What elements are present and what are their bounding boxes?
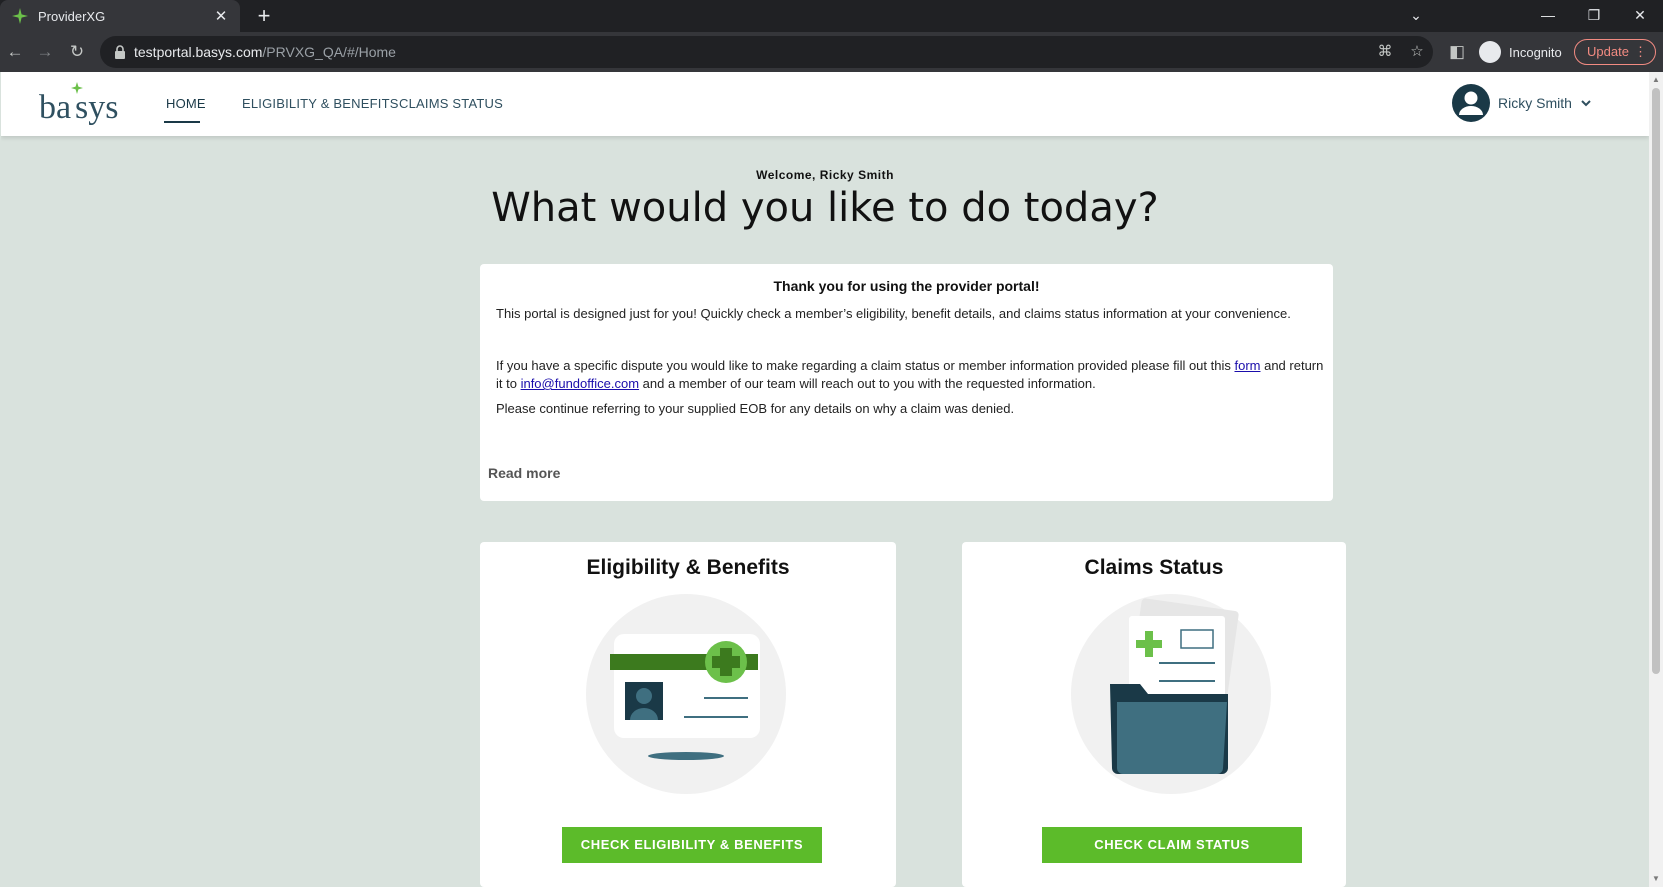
new-tab-icon[interactable]: +	[252, 4, 276, 28]
notice-title: Thank you for using the provider portal!	[773, 278, 1040, 294]
browser-tab[interactable]: ProviderXG ✕	[0, 0, 240, 32]
incognito-indicator[interactable]: Incognito	[1479, 40, 1562, 64]
basys-logo[interactable]: ba sys	[39, 80, 129, 128]
reload-icon[interactable]: ↻	[65, 40, 89, 64]
tab-search-icon[interactable]: ⌄	[1393, 0, 1439, 32]
page: ba sys HOME ELIGIBILITY & BENEFITS CLAIM…	[1, 72, 1649, 887]
claims-folder-illustration-icon	[1071, 594, 1271, 794]
notice-paragraph-2: If you have a specific dispute you would…	[496, 358, 1324, 391]
incognito-label: Incognito	[1509, 44, 1562, 60]
url-text: testportal.basys.com/PRVXG_QA/#/Home	[134, 44, 396, 60]
browser-toolbar: ← → ↻ testportal.basys.com/PRVXG_QA/#/Ho…	[0, 32, 1663, 72]
scrollbar-thumb[interactable]	[1652, 88, 1660, 674]
address-bar[interactable]: testportal.basys.com/PRVXG_QA/#/Home ⌘ ☆	[100, 36, 1433, 68]
more-menu-icon[interactable]: ⋮	[1634, 40, 1647, 64]
dispute-form-link[interactable]: form	[1234, 358, 1260, 373]
minimize-icon[interactable]: —	[1525, 0, 1571, 32]
translate-icon[interactable]: ⌘	[1375, 42, 1395, 62]
claims-card-title: Claims Status	[1084, 556, 1224, 579]
svg-text:sys: sys	[75, 89, 118, 126]
welcome-text: Welcome, Ricky Smith	[756, 168, 894, 182]
side-panel-icon[interactable]: ◧	[1445, 40, 1469, 64]
user-menu[interactable]: Ricky Smith	[1452, 82, 1592, 124]
notice-paragraph-1: This portal is designed just for you! Qu…	[496, 306, 1291, 321]
update-label: Update	[1587, 44, 1629, 59]
svg-text:ba: ba	[39, 89, 71, 126]
nav-home[interactable]: HOME	[166, 96, 206, 111]
chevron-down-icon	[1581, 100, 1591, 107]
tab-title: ProviderXG	[38, 8, 106, 24]
email-link[interactable]: info@fundoffice.com	[521, 376, 639, 391]
info-notice-card: Thank you for using the provider portal!…	[480, 264, 1333, 501]
nav-eligibility-benefits[interactable]: ELIGIBILITY & BENEFITS	[242, 96, 399, 111]
scroll-down-icon[interactable]: ▼	[1652, 874, 1660, 884]
nav-active-indicator	[164, 121, 200, 123]
notice-paragraph-3: Please continue referring to your suppli…	[496, 401, 1015, 416]
restore-icon[interactable]: ❐	[1571, 0, 1617, 32]
back-icon[interactable]: ←	[3, 40, 27, 64]
check-claim-status-button[interactable]: CHECK CLAIM STATUS	[1042, 827, 1302, 863]
user-name: Ricky Smith	[1498, 95, 1572, 111]
forward-icon[interactable]: →	[33, 40, 57, 64]
scroll-up-icon[interactable]: ▲	[1652, 75, 1660, 85]
eligibility-card-title: Eligibility & Benefits	[586, 556, 790, 579]
nav-claims-status[interactable]: CLAIMS STATUS	[399, 96, 503, 111]
check-eligibility-benefits-button[interactable]: CHECK ELIGIBILITY & BENEFITS	[562, 827, 822, 863]
id-card-illustration-icon	[586, 594, 786, 794]
close-window-icon[interactable]: ✕	[1617, 0, 1663, 32]
incognito-icon	[1479, 41, 1501, 63]
page-headline: What would you like to do today?	[491, 185, 1159, 231]
app-header: ba sys HOME ELIGIBILITY & BENEFITS CLAIM…	[1, 72, 1649, 136]
update-button[interactable]: Update ⋮	[1574, 39, 1656, 65]
page-scrollbar[interactable]: ▲ ▼	[1649, 72, 1663, 887]
user-avatar-icon	[1452, 84, 1490, 122]
close-tab-icon[interactable]: ✕	[212, 7, 230, 25]
lock-icon	[115, 45, 125, 59]
read-more-link[interactable]: Read more	[488, 465, 560, 481]
providerxg-favicon-icon	[12, 8, 28, 24]
browser-tabstrip: ProviderXG ✕ + ⌄ — ❐ ✕	[0, 0, 1663, 32]
bookmark-star-icon[interactable]: ☆	[1407, 42, 1427, 62]
